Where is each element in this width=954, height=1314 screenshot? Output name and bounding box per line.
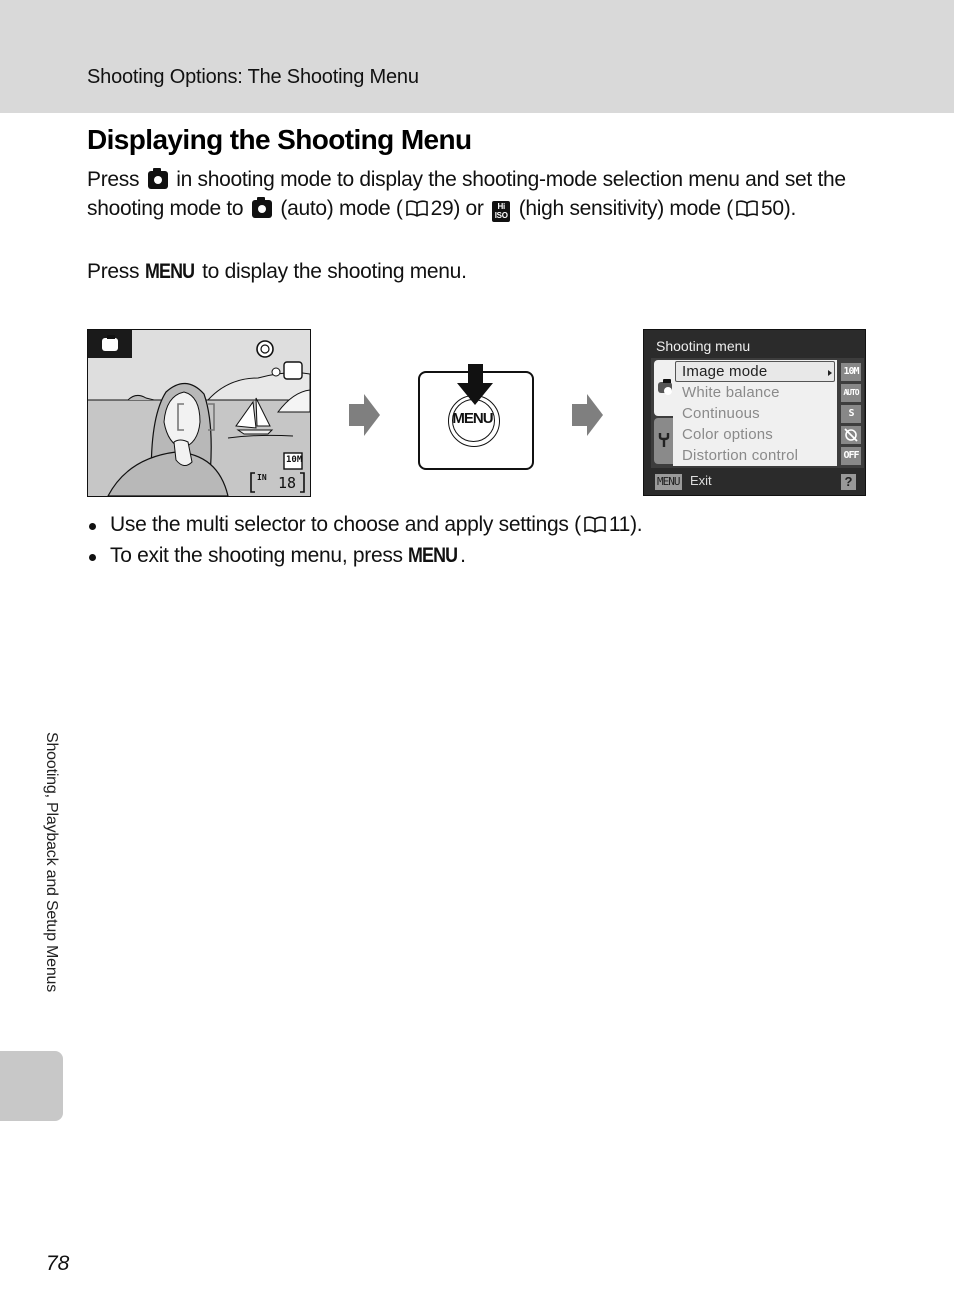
motion-detection-icon <box>283 361 303 380</box>
white-balance-value: AUTO <box>841 384 861 402</box>
text: ). <box>630 513 643 536</box>
page-number: 78 <box>46 1252 70 1275</box>
menu-exit-label: Exit <box>690 473 712 488</box>
menu-paragraph: Press MENU to display the shooting menu. <box>87 257 467 286</box>
book-icon <box>736 200 758 217</box>
section-tab-marker <box>0 1051 63 1121</box>
arrow-right-icon <box>572 404 588 426</box>
continuous-value: S <box>841 405 861 423</box>
page-reference[interactable]: 50 <box>761 197 784 220</box>
page-title: Displaying the Shooting Menu <box>87 124 472 155</box>
text: Press <box>87 260 140 283</box>
menu-item-color-options[interactable]: Color options <box>682 426 773 443</box>
menu-list: Image mode White balance Continuous Colo… <box>673 360 837 466</box>
page-reference[interactable]: 29 <box>431 197 454 220</box>
menu-item-distortion-control[interactable]: Distortion control <box>682 447 798 464</box>
menu-exit-button-glyph: MENU <box>655 474 682 490</box>
text: to display the shooting menu. <box>202 260 467 283</box>
menu-item-image-mode[interactable]: Image mode <box>682 363 767 380</box>
text: (auto) mode ( <box>280 197 403 220</box>
vibration-reduction-icon <box>256 340 274 358</box>
shooting-mode-indicator <box>88 330 132 358</box>
camera-icon <box>658 379 672 395</box>
hi-iso-icon: Hi ISO <box>492 201 511 222</box>
list-item: Use the multi selector to choose and app… <box>87 509 643 540</box>
exposures-remaining: 18 <box>278 474 297 492</box>
memory-indicator: IN <box>257 473 267 482</box>
intro-paragraph: Press in shooting mode to display the sh… <box>87 165 877 223</box>
image-mode-value: 10M <box>841 363 861 381</box>
color-options-value <box>841 426 861 444</box>
arrow-right-icon <box>587 394 603 436</box>
menu-button-label: MENU <box>452 410 493 427</box>
header-band: Shooting Options: The Shooting Menu <box>0 0 954 113</box>
menu-item-white-balance[interactable]: White balance <box>682 384 780 401</box>
text: To exit the shooting menu, press <box>110 544 403 567</box>
instruction-list: Use the multi selector to choose and app… <box>87 509 643 571</box>
book-icon <box>584 516 606 533</box>
menu-item-continuous[interactable]: Continuous <box>682 405 760 422</box>
arrow-right-icon <box>364 394 380 436</box>
text: Press <box>87 168 140 191</box>
press-arrow-icon <box>457 383 493 405</box>
running-head: Shooting Options: The Shooting Menu <box>87 66 419 88</box>
text: . <box>460 544 466 567</box>
camera-icon <box>147 168 168 189</box>
text: ). <box>783 197 797 220</box>
image-size-value: 10M <box>286 455 303 465</box>
section-tab-label: Shooting, Playback and Setup Menus <box>43 732 60 993</box>
camera-icon <box>102 335 118 351</box>
menu-screen-title: Shooting menu <box>656 338 751 354</box>
arrow-right-icon <box>349 404 365 426</box>
book-icon <box>405 200 428 217</box>
menu-panel: Image mode White balance Continuous Colo… <box>651 358 864 468</box>
text: ) or <box>453 197 484 220</box>
page-reference[interactable]: 11 <box>609 513 631 536</box>
color-off-icon <box>844 428 858 442</box>
menu-button-glyph: MENU <box>144 260 195 283</box>
press-arrow-icon <box>468 364 483 384</box>
shooting-menu-screen: Shooting menu Image mode White balance C… <box>643 329 866 496</box>
list-item: To exit the shooting menu, press MENU. <box>87 540 642 571</box>
text: (high sensitivity) mode ( <box>518 197 734 220</box>
menu-values: 10M AUTO S OFF <box>839 360 863 466</box>
wrench-icon <box>658 433 670 447</box>
camera-icon <box>251 197 272 218</box>
help-icon: ? <box>841 474 856 490</box>
viewfinder-illustration: 10M IN 18 <box>87 329 311 497</box>
text: Use the multi selector to choose and app… <box>110 513 581 536</box>
menu-button-glyph: MENU <box>408 544 458 567</box>
distortion-control-value: OFF <box>841 447 861 465</box>
submenu-arrow-icon <box>828 370 832 376</box>
